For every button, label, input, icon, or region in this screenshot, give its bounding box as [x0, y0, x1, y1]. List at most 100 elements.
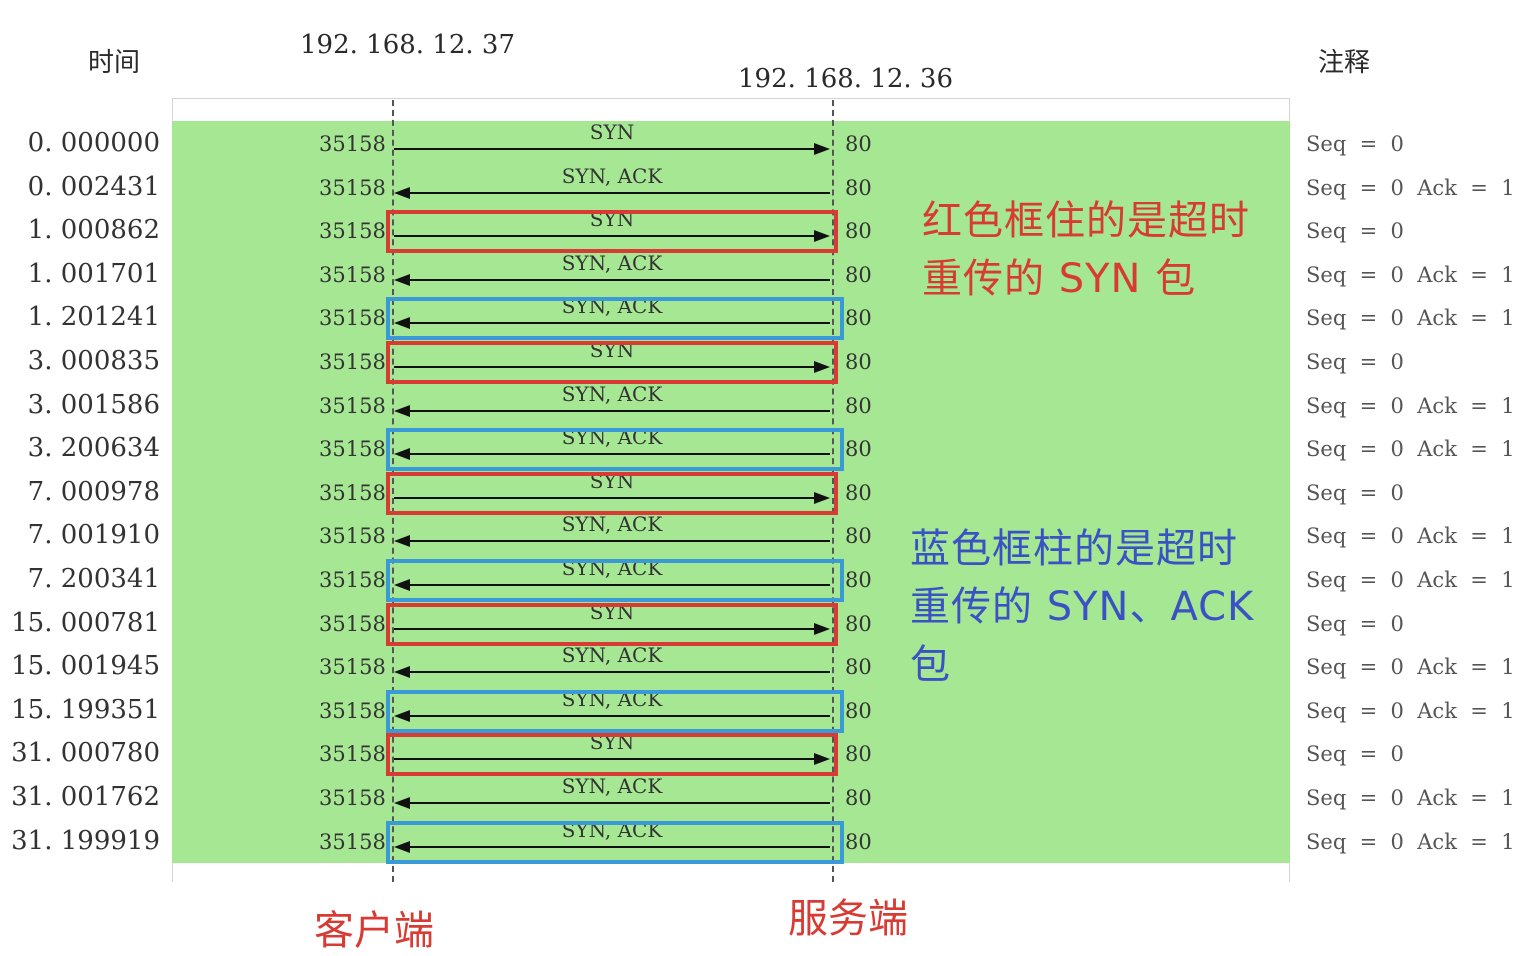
packet-row: 0. 000000 35158 SYN 80 Seq = 0 — [0, 120, 1526, 166]
packet-time: 7. 200341 — [27, 564, 160, 594]
packet-time: 7. 001910 — [27, 520, 160, 551]
packet-time: 0. 002431 — [27, 171, 160, 202]
client-port: 35158 — [319, 262, 386, 287]
client-port: 35158 — [319, 219, 386, 244]
arrow-right-icon — [394, 143, 830, 155]
client-port: 35158 — [319, 655, 386, 680]
packet-time: 31. 001762 — [11, 782, 160, 812]
blue-highlight-box — [386, 428, 844, 472]
server-port: 80 — [845, 524, 872, 549]
client-port: 35158 — [319, 568, 386, 592]
client-ip-header: 192. 168. 12. 37 — [300, 30, 516, 60]
packet-row: 15. 001945 35158 SYN, ACK 80 Seq = 0 Ack = 1 — [0, 643, 1526, 689]
server-port: 80 — [845, 175, 872, 200]
packet-time: 0. 000000 — [27, 128, 160, 158]
client-port: 35158 — [319, 786, 386, 810]
server-port: 80 — [845, 829, 872, 854]
client-port: 35158 — [319, 175, 386, 200]
blue-highlight-box — [386, 689, 844, 733]
server-port: 80 — [845, 742, 872, 767]
time-column-header: 时间 — [88, 48, 141, 78]
client-port: 35158 — [319, 393, 386, 418]
packet-note: Seq = 0 Ack = 1 — [1306, 437, 1515, 462]
arrow-left-icon — [394, 666, 830, 679]
packet-note: Seq = 0 — [1306, 480, 1404, 505]
server-port: 80 — [845, 480, 872, 505]
packet-time: 3. 001586 — [27, 389, 160, 420]
blue-highlight-box — [386, 820, 844, 864]
tcp-flag-label: SYN, ACK — [561, 643, 663, 668]
server-ip-header: 192. 168. 12. 36 — [738, 64, 954, 94]
arrow-left-icon — [394, 404, 830, 417]
packet-time: 31. 000780 — [11, 738, 160, 769]
packet-note: Seq = 0 Ack = 1 — [1306, 524, 1515, 549]
packet-time: 15. 199351 — [11, 694, 160, 725]
server-port: 80 — [845, 611, 872, 636]
client-port: 35158 — [319, 132, 386, 156]
packet-note: Seq = 0 Ack = 1 — [1306, 175, 1515, 200]
server-port: 80 — [845, 350, 872, 374]
client-port: 35158 — [319, 480, 386, 505]
client-port: 35158 — [319, 350, 386, 374]
server-port: 80 — [845, 655, 872, 680]
server-port: 80 — [845, 437, 872, 462]
packet-time: 7. 000978 — [27, 476, 160, 507]
arrow-left-icon — [394, 273, 830, 286]
blue-highlight-box — [386, 559, 844, 602]
tcp-flag-label: SYN, ACK — [561, 250, 663, 275]
packet-row: 1. 001701 35158 SYN, ACK 80 Seq = 0 Ack = 1 — [0, 250, 1526, 297]
notes-column-header: 注释 — [1318, 48, 1371, 78]
client-label: 客户端 — [314, 908, 434, 954]
packet-note: Seq = 0 — [1306, 611, 1404, 636]
server-port: 80 — [845, 786, 872, 810]
client-port: 35158 — [319, 742, 386, 767]
packet-note: Seq = 0 Ack = 1 — [1306, 829, 1515, 854]
packet-time: 15. 001945 — [11, 651, 160, 682]
packet-time: 3. 200634 — [27, 433, 160, 464]
tcp-flag-label: SYN, ACK — [561, 512, 663, 537]
server-port: 80 — [845, 698, 872, 723]
client-port: 35158 — [319, 437, 386, 462]
packet-note: Seq = 0 Ack = 1 — [1306, 393, 1515, 418]
server-port: 80 — [845, 132, 872, 156]
red-highlight-box — [386, 602, 838, 646]
packet-time: 15. 000781 — [11, 607, 160, 638]
server-port: 80 — [845, 568, 872, 592]
packet-note: Seq = 0 Ack = 1 — [1306, 655, 1515, 680]
server-port: 80 — [845, 306, 872, 331]
client-port: 35158 — [319, 698, 386, 723]
red-highlight-box — [386, 733, 838, 777]
server-label: 服务端 — [788, 896, 908, 942]
packet-time: 31. 199919 — [11, 825, 160, 856]
tcp-flag-label: SYN, ACK — [561, 163, 663, 188]
packet-note: Seq = 0 Ack = 1 — [1306, 786, 1515, 810]
red-highlight-box — [386, 341, 838, 384]
packet-note: Seq = 0 Ack = 1 — [1306, 306, 1515, 331]
packet-row: 3. 001586 35158 SYN, ACK 80 Seq = 0 Ack = 1 — [0, 381, 1526, 428]
blue-highlight-box — [386, 297, 844, 341]
server-port: 80 — [845, 393, 872, 418]
packet-time: 1. 201241 — [27, 302, 160, 333]
packet-note: Seq = 0 — [1306, 350, 1404, 374]
packet-note: Seq = 0 — [1306, 219, 1404, 244]
packet-note: Seq = 0 — [1306, 132, 1404, 156]
server-port: 80 — [845, 219, 872, 244]
packet-row: 7. 001910 35158 SYN, ACK 80 Seq = 0 Ack = 1 — [0, 512, 1526, 558]
arrow-left-icon — [394, 186, 830, 199]
packet-time: 1. 001701 — [27, 258, 160, 289]
red-box-annotation: 红色框住的是超时重传的 SYN 包 — [922, 198, 1250, 302]
packet-note: Seq = 0 Ack = 1 — [1306, 698, 1515, 723]
tcp-flag-label: SYN, ACK — [561, 774, 663, 798]
packet-note: Seq = 0 — [1306, 742, 1404, 767]
arrow-left-icon — [394, 797, 830, 809]
red-highlight-box — [386, 471, 838, 515]
packet-time: 1. 000862 — [27, 215, 160, 246]
blue-box-annotation: 蓝色框柱的是超时重传的 SYN、ACK 包 — [910, 526, 1255, 688]
client-port: 35158 — [319, 611, 386, 636]
tcp-flag-label: SYN, ACK — [561, 381, 663, 406]
arrow-left-icon — [394, 535, 830, 548]
client-port: 35158 — [319, 524, 386, 549]
packet-row: 31. 001762 35158 SYN, ACK 80 Seq = 0 Ack = 1 — [0, 774, 1526, 820]
packet-time: 3. 000835 — [27, 346, 160, 376]
packet-row: 0. 002431 35158 SYN, ACK 80 Seq = 0 Ack = 1 — [0, 163, 1526, 210]
